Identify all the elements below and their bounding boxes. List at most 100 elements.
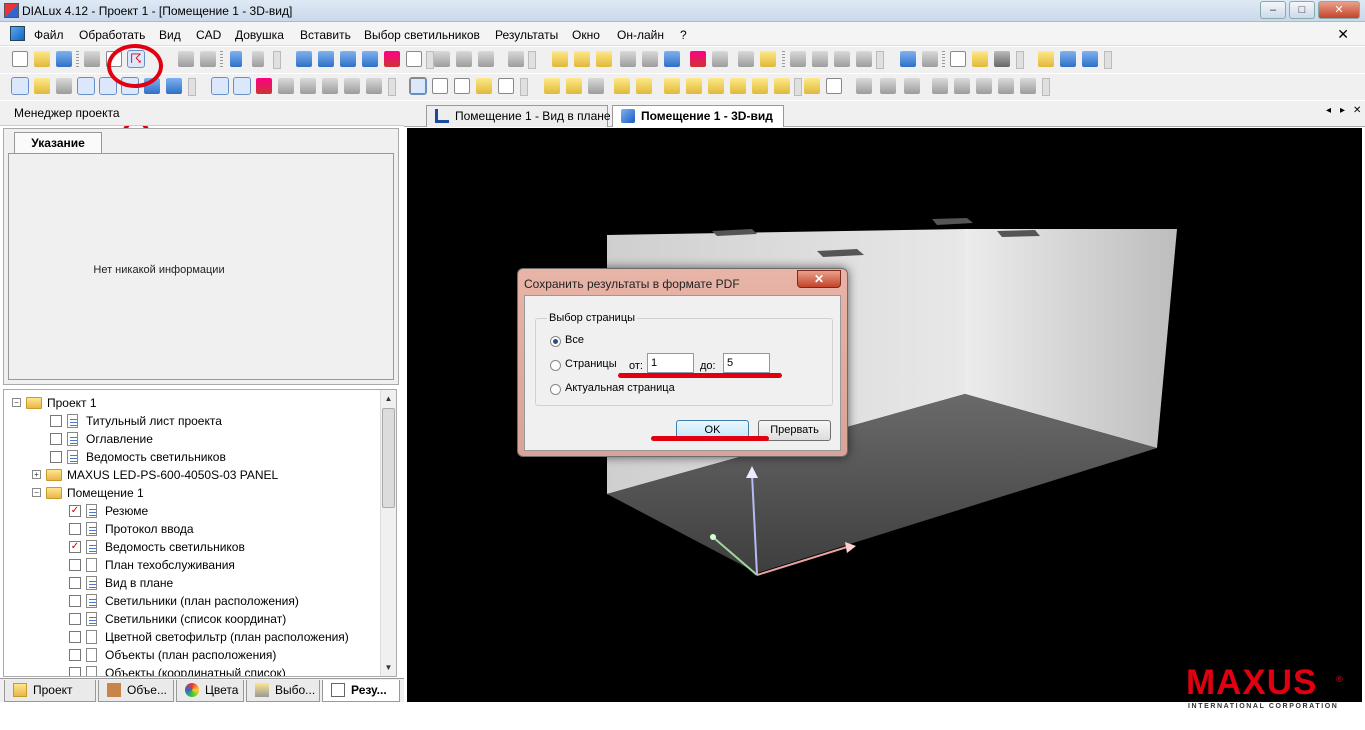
calc-3-icon[interactable] <box>596 51 612 67</box>
tab-scroll-left-icon[interactable]: ◂ <box>1326 105 1331 116</box>
toolbar-overflow-6[interactable] <box>1104 51 1112 69</box>
grid-3-icon[interactable] <box>834 51 850 67</box>
tool-14-icon[interactable] <box>880 78 896 94</box>
view-12-icon[interactable] <box>804 78 820 94</box>
to-page-input[interactable]: 5 <box>723 353 770 373</box>
tree-checkbox[interactable] <box>69 559 81 571</box>
view-4-icon[interactable] <box>614 78 630 94</box>
search-page-icon[interactable] <box>972 51 988 67</box>
room-polygon-icon[interactable] <box>340 51 356 67</box>
toolbar2-overflow-3[interactable] <box>520 78 528 96</box>
tool-11-icon[interactable] <box>344 78 360 94</box>
walk-icon[interactable] <box>498 78 514 94</box>
grid-2-icon[interactable] <box>812 51 828 67</box>
pointer-icon[interactable] <box>409 77 427 95</box>
select-tool-3-icon[interactable] <box>56 78 72 94</box>
tab-hint[interactable]: Указание <box>14 132 102 154</box>
tree-checkbox[interactable] <box>69 523 81 535</box>
paste-icon[interactable] <box>200 51 216 67</box>
save-icon[interactable] <box>56 51 72 67</box>
luminaire-1-icon[interactable] <box>211 77 229 95</box>
open-folder-icon[interactable] <box>34 51 50 67</box>
tab-selection[interactable]: Выбо... <box>246 680 320 702</box>
toolbar-overflow-2[interactable] <box>426 51 434 69</box>
view-6-icon[interactable] <box>664 78 680 94</box>
menu-file[interactable]: Файл <box>34 28 64 42</box>
tab-plan-view[interactable]: Помещение 1 - Вид в плане <box>426 105 611 127</box>
view-2-icon[interactable] <box>566 78 582 94</box>
scroll-thumb[interactable] <box>382 408 395 508</box>
menu-luminaire-selection[interactable]: Выбор светильников <box>364 28 480 42</box>
scroll-up-icon[interactable]: ▲ <box>382 391 395 406</box>
redo-icon[interactable] <box>252 51 264 67</box>
menu-help[interactable]: ? <box>680 28 687 42</box>
luminaire-3-icon[interactable] <box>256 78 272 94</box>
tree-checkbox[interactable] <box>69 613 81 625</box>
zoom-icon[interactable] <box>432 78 448 94</box>
toolbar2-overflow[interactable] <box>188 78 196 96</box>
film-icon[interactable] <box>994 51 1010 67</box>
tree-checkbox[interactable] <box>69 577 81 589</box>
tool-4-icon[interactable] <box>620 51 636 67</box>
tree-expander-icon[interactable]: + <box>32 470 41 479</box>
dialog-close-button[interactable]: ✕ <box>797 270 841 288</box>
circle-icon[interactable] <box>998 78 1014 94</box>
tool-8-icon[interactable] <box>922 51 938 67</box>
page-icon[interactable] <box>950 51 966 67</box>
tree-expander-icon[interactable]: − <box>32 488 41 497</box>
arc-icon[interactable] <box>1020 78 1036 94</box>
copy-icon[interactable] <box>178 51 194 67</box>
maximize-button[interactable]: □ <box>1289 1 1315 19</box>
toolbar-overflow-5[interactable] <box>1016 51 1024 69</box>
tab-3d-view[interactable]: Помещение 1 - 3D-вид <box>612 105 784 127</box>
calc-2-icon[interactable] <box>574 51 590 67</box>
street-icon[interactable] <box>384 51 400 67</box>
tree-scrollbar[interactable]: ▲ ▼ <box>380 390 396 676</box>
view-11-icon[interactable] <box>774 78 790 94</box>
tab-colors[interactable]: Цвета <box>176 680 244 702</box>
close-window-button[interactable]: ✕ <box>1318 1 1360 19</box>
exterior-icon[interactable] <box>362 51 378 67</box>
layout-1-icon[interactable] <box>1060 51 1076 67</box>
tab-project[interactable]: Проект <box>4 680 96 702</box>
radio-current-page[interactable] <box>550 384 561 395</box>
luminaire-2-icon[interactable] <box>233 77 251 95</box>
toolbar2-overflow-2[interactable] <box>388 78 396 96</box>
select-tool-1-icon[interactable] <box>11 77 29 95</box>
tree-checkbox[interactable] <box>69 595 81 607</box>
toolbar2-overflow-4[interactable] <box>794 78 802 96</box>
tool-gray-2-icon[interactable] <box>456 51 472 67</box>
print-icon[interactable] <box>84 51 100 67</box>
tab-close-icon[interactable]: ✕ <box>1353 105 1361 116</box>
tab-results[interactable]: Резу... <box>322 680 400 702</box>
tab-objects[interactable]: Объе... <box>98 680 174 702</box>
view-13-icon[interactable] <box>826 78 842 94</box>
tree-checkbox[interactable] <box>50 451 62 463</box>
radio-pages[interactable] <box>550 360 561 371</box>
target-icon[interactable] <box>690 51 706 67</box>
pan-hand-icon[interactable] <box>476 78 492 94</box>
tool-6-icon[interactable] <box>712 51 728 67</box>
zoom-room-icon[interactable] <box>406 51 422 67</box>
tool-gray-1-icon[interactable] <box>434 51 450 67</box>
tool-7-icon[interactable] <box>738 51 754 67</box>
polyline-icon[interactable] <box>954 78 970 94</box>
view-10-icon[interactable] <box>752 78 768 94</box>
undo-icon[interactable] <box>230 51 242 67</box>
key-icon[interactable] <box>760 51 776 67</box>
select-tool-2-icon[interactable] <box>34 78 50 94</box>
radio-all[interactable] <box>550 336 561 347</box>
toolbar2-overflow-5[interactable] <box>1042 78 1050 96</box>
tab-scroll-right-icon[interactable]: ▸ <box>1340 105 1345 116</box>
rotate-icon[interactable] <box>454 78 470 94</box>
tool-15-icon[interactable] <box>904 78 920 94</box>
tool-5-icon[interactable] <box>642 51 658 67</box>
room-icon[interactable] <box>296 51 312 67</box>
menu-view[interactable]: Вид <box>159 28 181 42</box>
dxf-icon[interactable] <box>856 51 872 67</box>
tree-checkbox[interactable] <box>69 649 81 661</box>
menu-window[interactable]: Окно <box>572 28 600 42</box>
select-tool-8-icon[interactable] <box>166 78 182 94</box>
tool-13-icon[interactable] <box>856 78 872 94</box>
tree-checkbox[interactable]: ✓ <box>69 541 81 553</box>
